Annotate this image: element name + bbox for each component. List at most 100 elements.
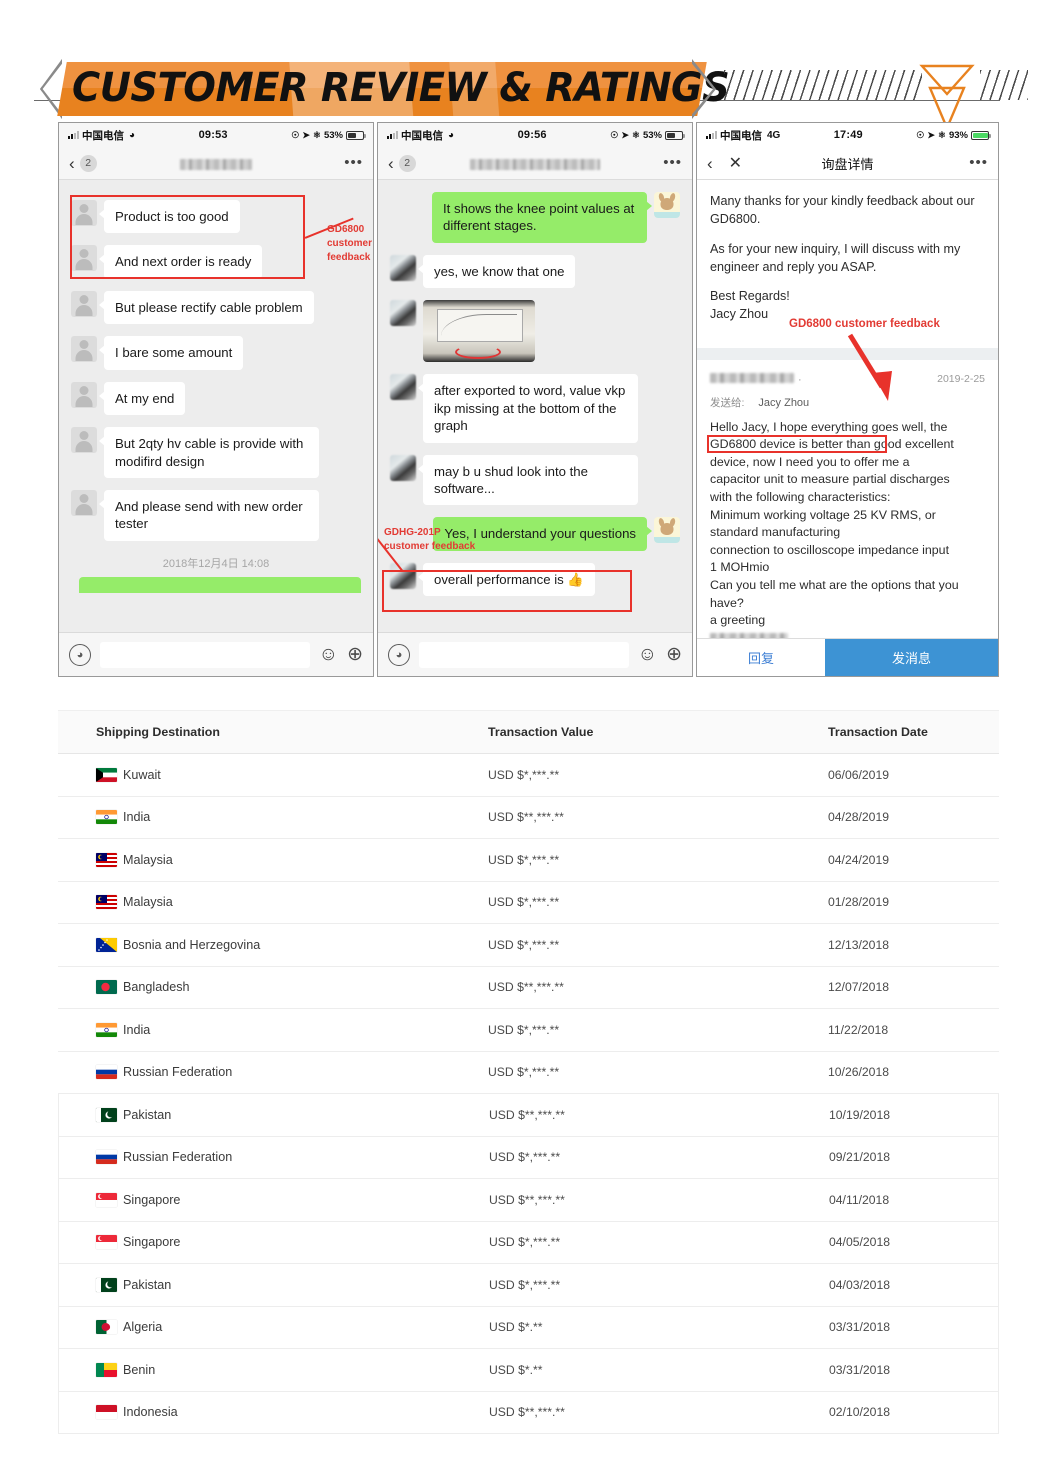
table-row[interactable]: Indonesia USD $**,***.** 02/10/2018 xyxy=(59,1391,998,1434)
emoji-icon[interactable]: ☺ xyxy=(638,645,657,664)
avatar xyxy=(71,381,97,408)
destination-label: Singapore xyxy=(123,1192,181,1207)
cell-date: 03/31/2018 xyxy=(829,1362,890,1377)
message-bubble[interactable]: overall performance is 👍 xyxy=(418,562,595,597)
table-row[interactable]: Russian Federation USD $*,***.** 10/26/2… xyxy=(58,1051,999,1094)
location-icon: ➤ xyxy=(621,129,629,140)
avatar xyxy=(390,374,416,401)
destination-label: Bangladesh xyxy=(123,980,190,995)
message-bubble[interactable]: And next order is ready xyxy=(98,245,263,279)
annotation-label: GD6800 customer feedback xyxy=(327,224,373,263)
table-row[interactable]: Singapore USD $**,***.** 04/11/2018 xyxy=(59,1179,998,1222)
chat-message: I bare some amount xyxy=(59,330,373,375)
table-row[interactable]: Singapore USD $*,***.** 04/05/2018 xyxy=(59,1221,998,1264)
phone-3-screenshot: 中国电信 4G 17:49 ☉ ➤ ⚛ 93% ‹ ✕ 询盘详情 ••• Man… xyxy=(696,122,999,677)
cell-date: 10/19/2018 xyxy=(829,1107,890,1122)
avatar xyxy=(390,562,416,589)
phone-2-screenshot: 中国电信 ◕ 09:56 ☉ ➤ ⚛ 53% ‹ 2 ••• It shows … xyxy=(377,122,693,677)
emoji-icon[interactable]: ☺ xyxy=(319,645,338,664)
table-row[interactable]: Malaysia USD $*,***.** 04/24/2019 xyxy=(58,839,999,882)
plus-icon[interactable]: ⊕ xyxy=(666,645,682,664)
chat-thread: Product is too good And next order is re… xyxy=(59,180,373,641)
message-bubble[interactable]: And please send with new order tester xyxy=(99,489,319,541)
chat-message: At my end xyxy=(59,376,373,421)
quote-line: capacitor unit to measure partial discha… xyxy=(710,472,950,487)
cell-destination: Benin xyxy=(59,1362,489,1377)
chat-message: But 2qty hv cable is provide with modifi… xyxy=(59,421,373,484)
cell-date: 12/13/2018 xyxy=(828,937,889,952)
table-row[interactable]: Bangladesh USD $**,***.** 12/07/2018 xyxy=(58,966,999,1009)
cell-date: 12/07/2018 xyxy=(828,980,889,995)
destination-label: Pakistan xyxy=(123,1107,172,1122)
battery-percent: 93% xyxy=(948,129,968,141)
cell-value: USD $**,***.** xyxy=(488,980,564,995)
message-bubble[interactable] xyxy=(423,300,535,363)
algeria-flag-icon xyxy=(96,1320,117,1335)
table-row[interactable]: Kuwait USD $*,***.** 06/06/2019 xyxy=(58,754,999,797)
destination-label: Malaysia xyxy=(123,852,173,867)
table-row[interactable]: Bosnia and Herzegovina USD $*,***.** 12/… xyxy=(58,924,999,967)
message-bubble[interactable]: may b u shud look into the software... xyxy=(418,454,638,506)
cell-date: 06/06/2019 xyxy=(828,767,889,782)
chat-message: overall performance is 👍 xyxy=(378,557,692,602)
carrier-label: 中国电信 xyxy=(82,129,124,142)
quote-line: 1 MOHmio xyxy=(710,560,770,575)
quote-to-label: 发送给: xyxy=(710,396,745,409)
table-row[interactable]: Algeria USD $*.** 03/31/2018 xyxy=(59,1306,998,1349)
chat-message-image xyxy=(378,294,692,368)
pakistan-flag-icon xyxy=(96,1277,117,1292)
table-row[interactable]: Malaysia USD $*,***.** 01/28/2019 xyxy=(58,881,999,924)
message-bubble[interactable]: yes, we know that one xyxy=(417,254,576,289)
chat-thread: It shows the knee point values at differ… xyxy=(378,180,692,641)
table-row[interactable]: Benin USD $*.** 03/31/2018 xyxy=(59,1349,998,1392)
annotation-arrow xyxy=(847,333,892,401)
message-bubble[interactable]: Product is too good xyxy=(99,200,240,234)
cell-destination: Singapore xyxy=(59,1235,489,1250)
send-message-button[interactable]: 发消息 xyxy=(825,639,998,676)
message-bubble[interactable]: At my end xyxy=(98,381,186,416)
plus-icon[interactable]: ⊕ xyxy=(347,645,363,664)
cell-destination: Indonesia xyxy=(59,1405,489,1420)
carrier-label: 中国电信 xyxy=(720,129,762,142)
destination-label: Russian Federation xyxy=(123,1150,233,1165)
destination-label: Malaysia xyxy=(123,895,173,910)
chat-timestamp: 2018年12月4日 14:08 xyxy=(162,557,270,570)
cell-date: 04/05/2018 xyxy=(829,1235,890,1250)
avatar xyxy=(71,245,97,272)
reply-button[interactable]: 回复 xyxy=(697,639,826,676)
message-bubble[interactable]: But 2qty hv cable is provide with modifi… xyxy=(99,427,319,478)
table-row[interactable]: Pakistan USD $*,***.** 04/03/2018 xyxy=(59,1264,998,1307)
pakistan-flag-icon xyxy=(96,1107,117,1122)
table-row[interactable]: Pakistan USD $**,***.** 10/19/2018 xyxy=(59,1094,998,1137)
india-flag-icon xyxy=(96,810,117,825)
signal-icon xyxy=(387,131,398,139)
location-icon: ➤ xyxy=(302,129,310,140)
message-input[interactable] xyxy=(419,641,629,668)
quote-line: connection to oscilloscope impedance inp… xyxy=(710,542,950,557)
cell-value: USD $*,***.** xyxy=(488,1065,560,1080)
cell-date: 09/21/2018 xyxy=(829,1150,890,1165)
voice-icon[interactable]: ◕ xyxy=(388,643,410,666)
chat-message: And next order is ready xyxy=(59,239,373,284)
message-bubble[interactable]: It shows the knee point values at differ… xyxy=(432,192,652,243)
rotation-lock-icon: ⚛ xyxy=(312,129,321,140)
battery-icon xyxy=(971,130,991,140)
quote-to-name: Jacy Zhou xyxy=(758,396,810,409)
table-row[interactable]: India USD $**,***.** 04/28/2019 xyxy=(58,796,999,839)
cell-destination: Kuwait xyxy=(58,767,488,782)
malaysia-flag-icon xyxy=(96,895,117,910)
quote-line: with the following characteristics: xyxy=(710,489,891,504)
attached-photo[interactable] xyxy=(423,300,535,363)
table-row[interactable]: India USD $*,***.** 11/22/2018 xyxy=(58,1009,999,1052)
hatch-decoration-left xyxy=(724,70,922,100)
benin-flag-icon xyxy=(96,1362,117,1377)
voice-icon[interactable]: ◕ xyxy=(69,643,91,666)
message-bubble[interactable]: after exported to word, value vkp ikp mi… xyxy=(418,374,638,443)
status-left: 中国电信 ◕ xyxy=(68,128,135,143)
chat-message: yes, we know that one xyxy=(378,249,692,294)
message-bubble[interactable]: But please rectify cable problem xyxy=(99,290,314,325)
table-row[interactable]: Russian Federation USD $*,***.** 09/21/2… xyxy=(59,1136,998,1179)
cell-destination: Pakistan xyxy=(59,1277,489,1292)
message-input[interactable] xyxy=(100,641,310,668)
message-bubble[interactable]: I bare some amount xyxy=(98,336,244,370)
